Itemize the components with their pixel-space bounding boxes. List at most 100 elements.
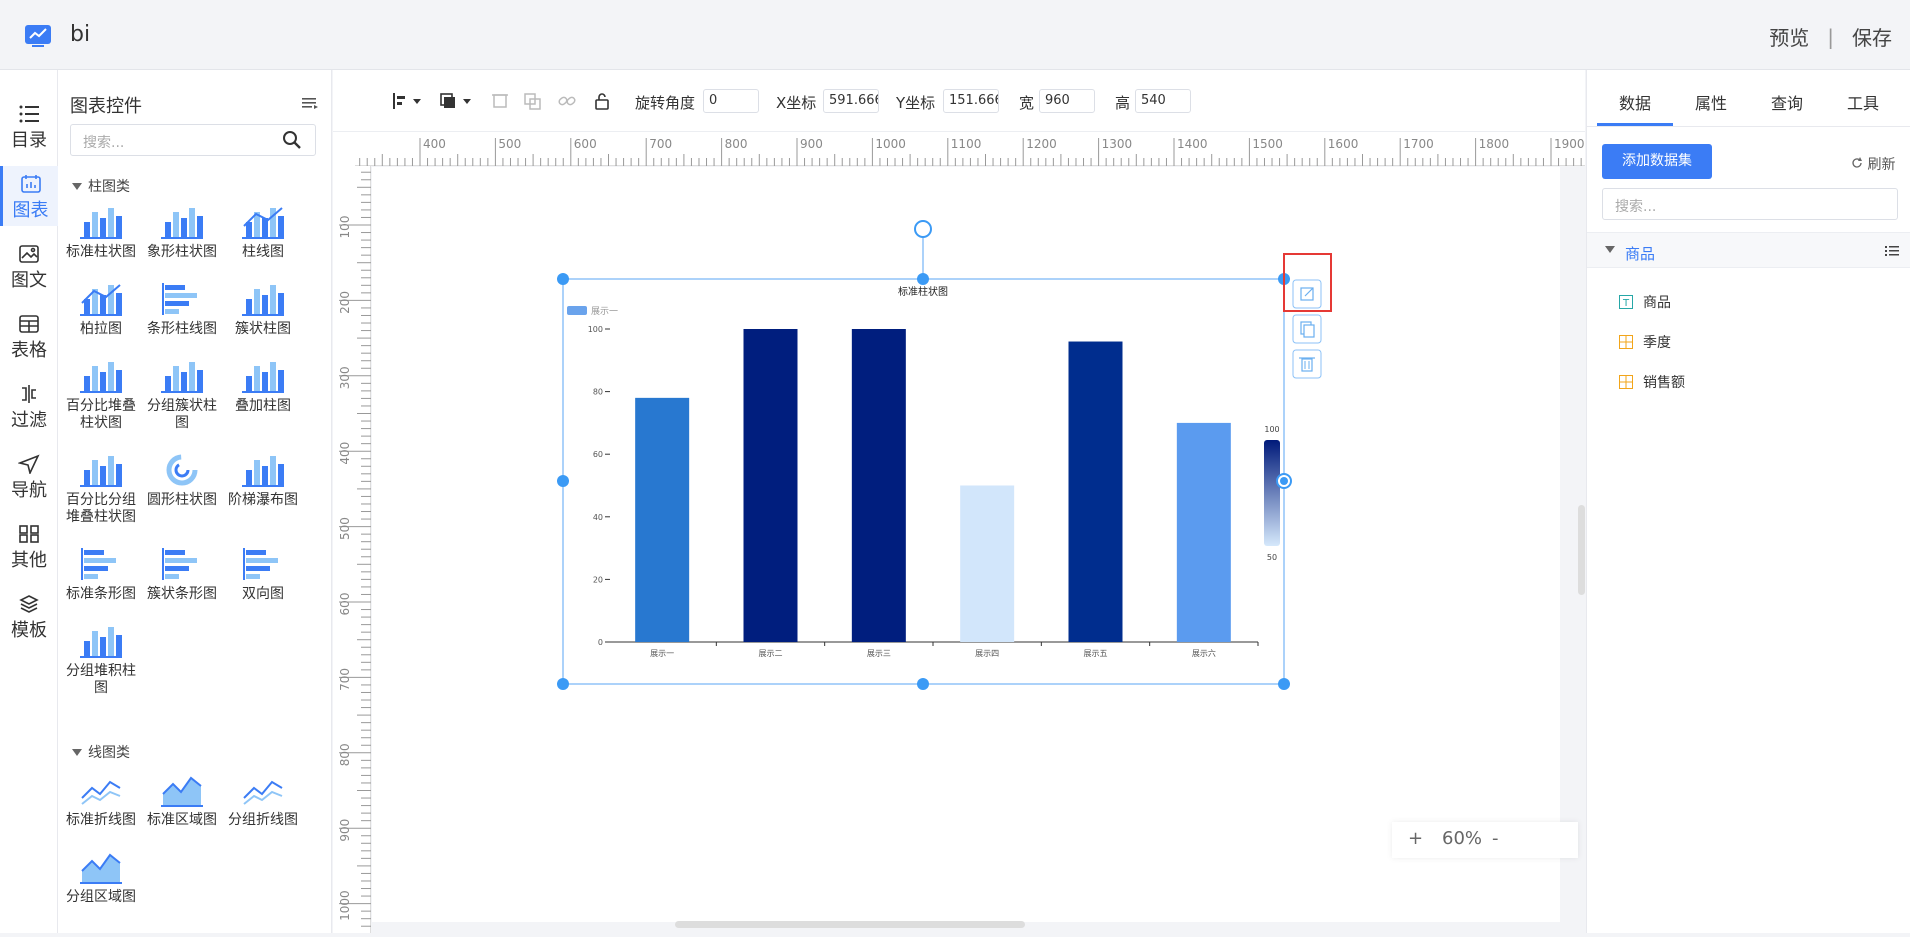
y-input[interactable]: 151.666 bbox=[943, 89, 999, 113]
menu-icon[interactable] bbox=[302, 96, 318, 110]
zoom-in-button[interactable]: + bbox=[1408, 828, 1423, 849]
horizontal-ruler[interactable]: 400 500 600 700 800 900 1000 1100 1200 1300 1400 15… bbox=[355, 132, 1585, 166]
tab-properties[interactable]: 属性 bbox=[1695, 90, 1727, 114]
widget-label: 阶梯瀑布图 bbox=[228, 492, 298, 508]
widget-label: 百分比分组堆叠柱状图 bbox=[66, 492, 136, 525]
ruler-label: 500 bbox=[498, 137, 521, 151]
widget-item[interactable]: 标准区域图 bbox=[141, 772, 223, 829]
widget-item[interactable]: 象形柱状图 bbox=[141, 204, 223, 261]
widget-item[interactable]: 阶梯瀑布图 bbox=[222, 452, 304, 509]
rail-item-catalog[interactable]: 目录 bbox=[0, 96, 58, 156]
widget-item[interactable]: 百分比堆叠柱状图 bbox=[60, 358, 142, 432]
vertical-ruler[interactable]: 100 200 300 400 500 600 700 800 900 1000 bbox=[333, 166, 371, 933]
ruler-label: 900 bbox=[338, 819, 352, 842]
widget-item[interactable]: 双向图 bbox=[222, 546, 304, 603]
widget-label: 叠加柱图 bbox=[235, 398, 291, 414]
x-input[interactable]: 591.666 bbox=[823, 89, 879, 113]
rail-item-table[interactable]: 表格 bbox=[0, 306, 58, 366]
ruler-label: 800 bbox=[338, 743, 352, 766]
search-icon[interactable] bbox=[282, 130, 302, 150]
chart-type-thumbnail-icon bbox=[161, 362, 203, 393]
widget-item[interactable]: 簇状柱图 bbox=[222, 281, 304, 338]
widget-item[interactable]: 百分比分组堆叠柱状图 bbox=[60, 452, 142, 526]
horizontal-scrollbar[interactable] bbox=[675, 921, 1025, 928]
widget-item[interactable]: 柏拉图 bbox=[60, 281, 142, 338]
widget-label: 柱线图 bbox=[242, 244, 284, 260]
widget-item[interactable]: 标准条形图 bbox=[60, 546, 142, 603]
zoom-out-button[interactable]: - bbox=[1492, 828, 1499, 849]
category-line[interactable]: 线图类 bbox=[72, 742, 130, 762]
chart-type-thumbnail-icon bbox=[80, 362, 122, 393]
tab-data[interactable]: 数据 bbox=[1619, 90, 1651, 114]
add-dataset-button[interactable]: 添加数据集 bbox=[1602, 144, 1712, 179]
widget-label: 圆形柱状图 bbox=[147, 492, 217, 508]
widget-item[interactable]: 条形柱线图 bbox=[141, 281, 223, 338]
ruler-label: 1700 bbox=[1403, 137, 1434, 151]
navigation-icon bbox=[18, 454, 40, 474]
field-item[interactable]: 季度 bbox=[1619, 332, 1671, 352]
widget-item[interactable]: 分组区域图 bbox=[60, 849, 142, 906]
chart-type-thumbnail-icon bbox=[80, 456, 122, 487]
category-bar[interactable]: 柱图类 bbox=[72, 176, 130, 196]
widget-item[interactable]: 柱线图 bbox=[222, 204, 304, 261]
refresh-label: 刷新 bbox=[1867, 157, 1896, 173]
widget-item[interactable]: 簇状条形图 bbox=[141, 546, 223, 603]
tab-tools[interactable]: 工具 bbox=[1847, 90, 1879, 114]
rail-item-navigation[interactable]: 导航 bbox=[0, 446, 58, 506]
rotate-input[interactable]: 0 bbox=[703, 89, 759, 113]
dataset-header[interactable]: 商品 bbox=[1587, 232, 1910, 268]
layer-icon[interactable] bbox=[439, 92, 473, 110]
category-label: 柱图类 bbox=[88, 179, 130, 195]
chart-type-thumbnail-icon bbox=[161, 776, 203, 807]
group-icon[interactable] bbox=[491, 92, 509, 110]
dataset-menu-icon[interactable] bbox=[1885, 244, 1899, 258]
tab-query[interactable]: 查询 bbox=[1771, 90, 1803, 114]
rail-item-filter[interactable]: 过滤 bbox=[0, 376, 58, 436]
widget-item[interactable]: 分组簇状柱图 bbox=[141, 358, 223, 432]
preview-button[interactable]: 预览 bbox=[1769, 22, 1809, 51]
dataset-search-input[interactable]: 搜索... bbox=[1602, 188, 1898, 220]
rail-item-template[interactable]: 模板 bbox=[0, 586, 58, 646]
field-item[interactable]: 销售额 bbox=[1619, 372, 1685, 392]
vertical-scrollbar[interactable] bbox=[1578, 505, 1585, 595]
ruler-label: 400 bbox=[338, 442, 352, 465]
rail-item-other[interactable]: 其他 bbox=[0, 516, 58, 576]
widget-item[interactable]: 圆形柱状图 bbox=[141, 452, 223, 509]
align-icon[interactable] bbox=[391, 92, 423, 110]
save-button[interactable]: 保存 bbox=[1852, 22, 1892, 51]
chart-type-thumbnail-icon bbox=[242, 456, 284, 487]
widget-label: 双向图 bbox=[242, 586, 284, 602]
refresh-button[interactable]: 刷新 bbox=[1851, 154, 1895, 174]
rail-item-image-text[interactable]: 图文 bbox=[0, 236, 58, 296]
field-item[interactable]: T 商品 bbox=[1619, 292, 1671, 312]
collapse-triangle-icon bbox=[72, 748, 82, 756]
widget-item[interactable]: 分组堆积柱图 bbox=[60, 623, 142, 697]
app-logo-icon bbox=[25, 25, 51, 47]
link-icon[interactable] bbox=[557, 92, 577, 110]
ruler-label: 1800 bbox=[1479, 137, 1510, 151]
ruler-label: 600 bbox=[338, 593, 352, 616]
x-label: X坐标 bbox=[776, 94, 817, 112]
width-input[interactable]: 960 bbox=[1039, 89, 1095, 113]
widget-item[interactable]: 叠加柱图 bbox=[222, 358, 304, 415]
widget-label: 百分比堆叠柱状图 bbox=[66, 398, 136, 431]
rotate-label: 旋转角度 bbox=[635, 94, 696, 112]
active-tab-indicator bbox=[1597, 123, 1673, 126]
widget-search-input[interactable]: 搜索... bbox=[70, 124, 316, 156]
collapse-triangle-icon bbox=[72, 182, 82, 190]
design-canvas[interactable] bbox=[372, 167, 1560, 922]
text-field-icon: T bbox=[1619, 295, 1633, 309]
widget-item[interactable]: 标准柱状图 bbox=[60, 204, 142, 261]
widget-item[interactable]: 标准折线图 bbox=[60, 772, 142, 829]
rail-label: 目录 bbox=[11, 130, 47, 151]
height-input[interactable]: 540 bbox=[1135, 89, 1191, 113]
ruler-label: 1000 bbox=[875, 137, 906, 151]
widget-item[interactable]: 分组折线图 bbox=[222, 772, 304, 829]
ruler-label: 700 bbox=[338, 668, 352, 691]
unlock-icon[interactable] bbox=[593, 92, 611, 110]
ruler-label: 400 bbox=[423, 137, 446, 151]
chart-type-thumbnail-icon bbox=[81, 780, 121, 805]
ruler-label: 700 bbox=[649, 137, 672, 151]
ungroup-icon[interactable] bbox=[523, 92, 543, 110]
rail-item-chart[interactable]: 图表 bbox=[0, 166, 58, 226]
